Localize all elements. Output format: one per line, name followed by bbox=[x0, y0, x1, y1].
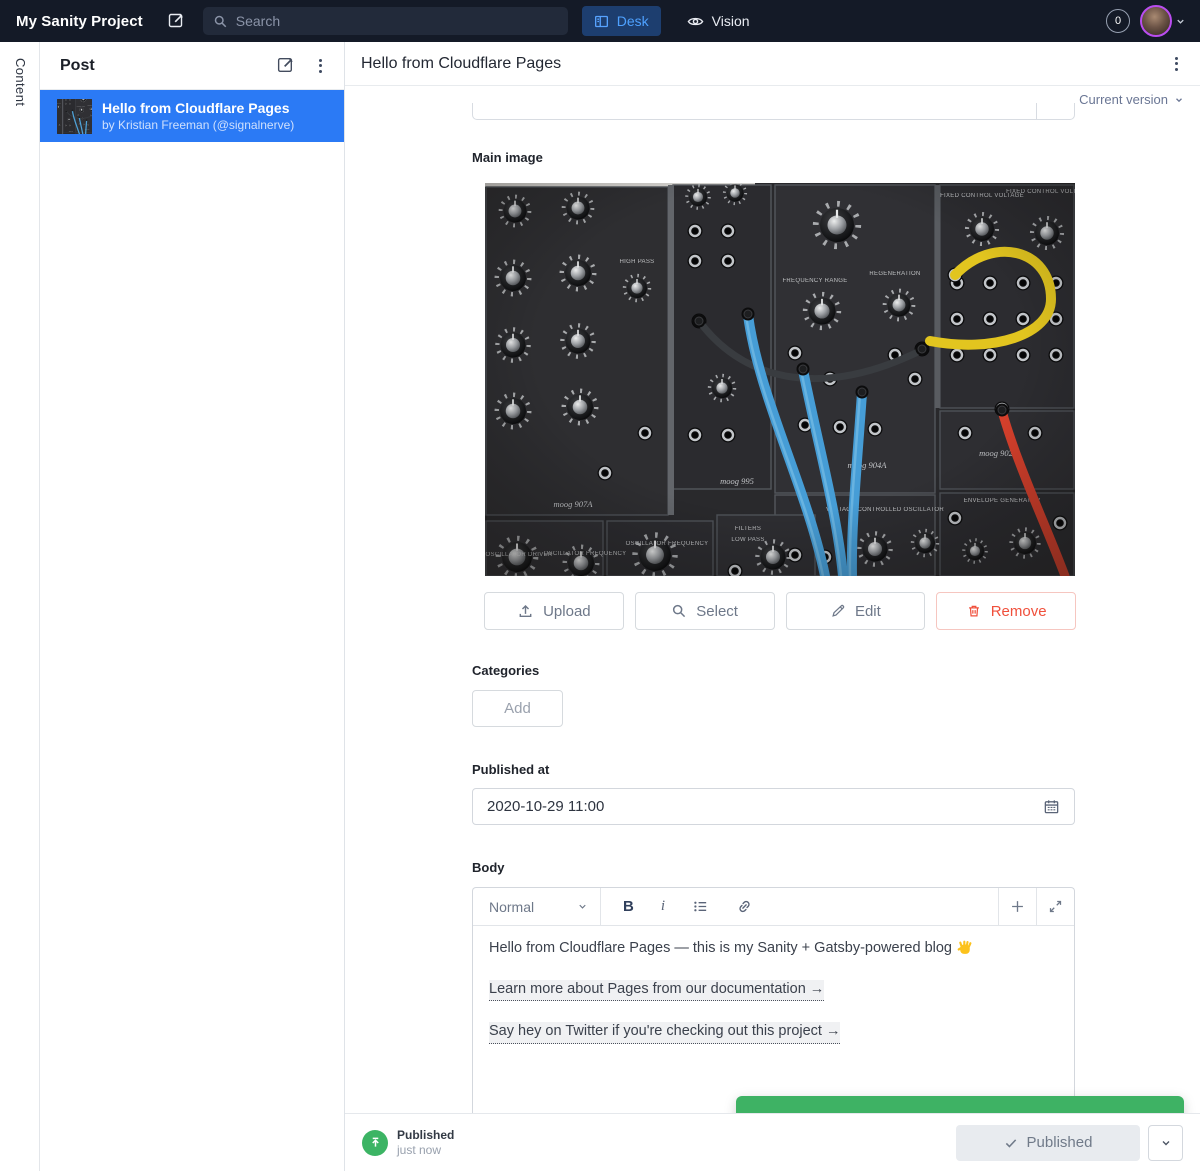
body-link[interactable]: Say hey on Twitter if you're checking ou… bbox=[489, 1022, 840, 1044]
add-category-button[interactable]: Add bbox=[472, 690, 563, 727]
chevron-down-icon bbox=[1174, 95, 1184, 105]
link-icon bbox=[736, 898, 753, 915]
toast-close-button[interactable] bbox=[1143, 1110, 1168, 1113]
categories-label: Categories bbox=[472, 663, 539, 678]
partially-scrolled-field[interactable] bbox=[472, 103, 1075, 120]
check-icon bbox=[1004, 1136, 1018, 1150]
upload-icon bbox=[517, 603, 534, 620]
content-rail: Content bbox=[0, 42, 40, 1171]
post-thumbnail bbox=[57, 99, 92, 134]
version-selector[interactable]: Current version bbox=[1079, 92, 1184, 107]
search-icon bbox=[671, 603, 687, 619]
editor-toolbar: Normal B i bbox=[473, 888, 1074, 926]
list-item-post[interactable]: Hello from Cloudflare Pages by Kristian … bbox=[40, 90, 344, 142]
post-list-panel: Post Hello from Cloudflare Pages by Kris… bbox=[40, 42, 345, 1171]
eye-icon bbox=[687, 13, 704, 30]
topbar: My Sanity Project Search Desk Vision 0 bbox=[0, 0, 1200, 42]
document-title: Hello from Cloudflare Pages bbox=[361, 55, 1169, 73]
tab-desk-label: Desk bbox=[617, 13, 649, 29]
synthesizer-photo bbox=[485, 183, 1075, 576]
chevron-down-icon bbox=[1175, 16, 1186, 27]
publish-button[interactable]: Published bbox=[956, 1125, 1140, 1161]
expand-icon bbox=[1048, 899, 1063, 914]
trash-icon bbox=[966, 603, 982, 619]
bullet-list-button[interactable] bbox=[692, 898, 709, 915]
main-image-label: Main image bbox=[472, 150, 543, 165]
published-at-value: 2020-10-29 11:00 bbox=[487, 798, 1043, 815]
sanity-studio-app: My Sanity Project Search Desk Vision 0 bbox=[0, 0, 1200, 1171]
publish-success-toast: This document is now published. bbox=[736, 1096, 1184, 1113]
tab-desk[interactable]: Desk bbox=[582, 6, 661, 36]
post-item-title: Hello from Cloudflare Pages bbox=[102, 100, 294, 116]
notifications-badge[interactable]: 0 bbox=[1106, 9, 1130, 33]
upload-button[interactable]: Upload bbox=[484, 592, 624, 630]
body-paragraph: Say hey on Twitter if you're checking ou… bbox=[489, 1022, 1058, 1044]
link-button[interactable] bbox=[736, 898, 753, 915]
tab-vision[interactable]: Vision bbox=[675, 6, 762, 36]
body-paragraph: Hello from Cloudflare Pages — this is my… bbox=[489, 939, 1058, 959]
italic-button[interactable]: i bbox=[661, 898, 665, 915]
waving-hand-emoji bbox=[957, 940, 974, 957]
search-input[interactable]: Search bbox=[203, 7, 568, 35]
tab-vision-label: Vision bbox=[712, 13, 750, 29]
project-title: My Sanity Project bbox=[16, 13, 143, 30]
topbar-right: 0 bbox=[1106, 5, 1186, 37]
publish-status-icon bbox=[362, 1130, 388, 1156]
body-editor: Normal B i bbox=[472, 887, 1075, 1113]
edit-image-button[interactable]: Edit bbox=[786, 592, 926, 630]
select-image-button[interactable]: Select bbox=[635, 592, 775, 630]
document-form: Current version Main image Upload bbox=[345, 86, 1200, 1113]
desk-icon bbox=[594, 14, 609, 29]
expand-editor-button[interactable] bbox=[1036, 888, 1074, 925]
document-pane: Hello from Cloudflare Pages Current vers… bbox=[345, 42, 1200, 1171]
compose-icon bbox=[167, 12, 185, 30]
image-toolbar: Upload Select Edit bbox=[484, 592, 1076, 630]
version-label: Current version bbox=[1079, 92, 1168, 107]
pencil-icon bbox=[830, 603, 846, 619]
main-image-preview[interactable] bbox=[485, 183, 1075, 576]
document-menu-button[interactable] bbox=[1169, 53, 1184, 75]
body-paragraph: Learn more about Pages from our document… bbox=[489, 980, 1058, 1002]
chevron-down-icon bbox=[1160, 1137, 1172, 1149]
body-text-area[interactable]: Hello from Cloudflare Pages — this is my… bbox=[473, 926, 1074, 1078]
content-rail-label[interactable]: Content bbox=[13, 58, 28, 106]
avatar bbox=[1140, 5, 1172, 37]
calendar-icon[interactable] bbox=[1043, 798, 1060, 815]
post-panel-menu-button[interactable] bbox=[313, 55, 328, 77]
publish-status-time: just now bbox=[397, 1143, 454, 1157]
remove-image-button[interactable]: Remove bbox=[936, 592, 1076, 630]
document-header: Hello from Cloudflare Pages bbox=[345, 42, 1200, 86]
search-icon bbox=[213, 14, 228, 29]
body-link[interactable]: Learn more about Pages from our document… bbox=[489, 980, 824, 1002]
text-style-value: Normal bbox=[489, 899, 577, 915]
document-footer: Published just now Published bbox=[345, 1113, 1200, 1171]
body-label: Body bbox=[472, 860, 505, 875]
plus-icon bbox=[1010, 899, 1025, 914]
bold-button[interactable]: B bbox=[623, 898, 634, 915]
new-document-button[interactable] bbox=[167, 12, 185, 30]
bullet-list-icon bbox=[692, 898, 709, 915]
search-placeholder: Search bbox=[236, 13, 280, 29]
create-post-button[interactable] bbox=[276, 56, 295, 75]
compose-icon bbox=[276, 56, 295, 75]
published-at-input[interactable]: 2020-10-29 11:00 bbox=[472, 788, 1075, 825]
published-at-label: Published at bbox=[472, 762, 549, 777]
text-style-select[interactable]: Normal bbox=[473, 888, 601, 925]
publish-arrow-icon bbox=[368, 1135, 383, 1150]
publish-menu-button[interactable] bbox=[1148, 1125, 1183, 1161]
post-panel-title: Post bbox=[60, 57, 276, 75]
post-item-subtitle: by Kristian Freeman (@signalnerve) bbox=[102, 118, 294, 132]
post-panel-header: Post bbox=[40, 42, 344, 90]
insert-block-button[interactable] bbox=[998, 888, 1036, 925]
chevron-down-icon bbox=[577, 901, 588, 912]
publish-status-label: Published bbox=[397, 1128, 454, 1142]
user-menu[interactable] bbox=[1140, 5, 1186, 37]
